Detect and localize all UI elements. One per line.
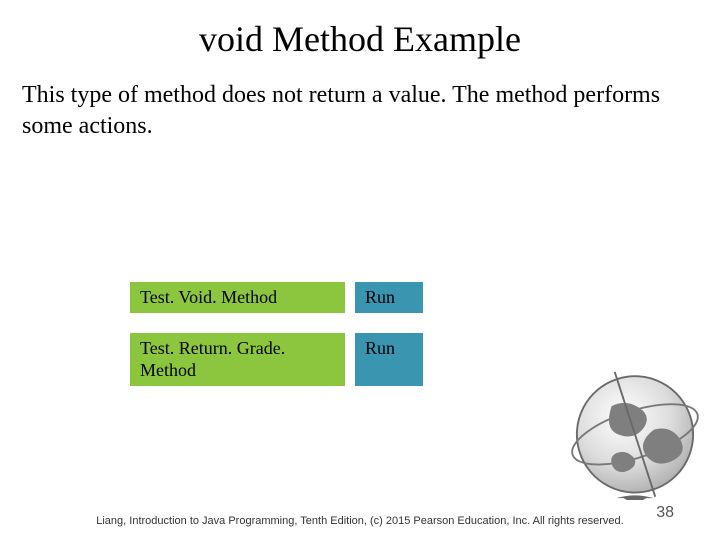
method-button-testvoid[interactable]: Test. Void. Method xyxy=(130,282,345,313)
run-button[interactable]: Run xyxy=(355,333,423,386)
button-group: Test. Void. Method Run Test. Return. Gra… xyxy=(130,282,423,406)
button-row: Test. Void. Method Run xyxy=(130,282,423,313)
run-button[interactable]: Run xyxy=(355,282,423,313)
footer-text: Liang, Introduction to Java Programming,… xyxy=(0,515,720,528)
page-number: 38 xyxy=(656,504,674,522)
button-row: Test. Return. Grade. Method Run xyxy=(130,333,423,386)
slide: void Method Example This type of method … xyxy=(0,0,720,540)
slide-title: void Method Example xyxy=(0,0,720,60)
globe-icon xyxy=(560,350,710,500)
method-button-testreturngrade[interactable]: Test. Return. Grade. Method xyxy=(130,333,345,386)
slide-body-text: This type of method does not return a va… xyxy=(0,60,720,141)
